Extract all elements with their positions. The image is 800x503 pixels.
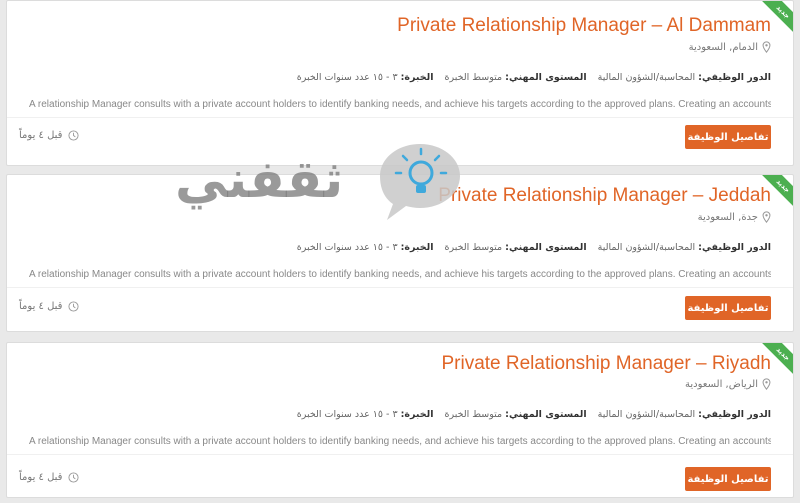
job-card: جديد Private Relationship Manager – Al D… <box>6 0 794 166</box>
job-location: الدمام, السعودية <box>689 41 771 53</box>
level-label: المستوى المهني: <box>505 242 587 253</box>
divider <box>7 287 793 288</box>
job-location: الرياض, السعودية <box>685 378 771 390</box>
role-value: المحاسبة/الشؤون المالية <box>597 409 696 420</box>
job-meta: الدور الوظيفي: المحاسبة/الشؤون المالية ا… <box>289 72 771 83</box>
posted-date: قبل ٤ يوماً <box>19 301 80 312</box>
job-list: جديد Private Relationship Manager – Al D… <box>0 0 800 503</box>
experience-label: الخبرة: <box>400 72 434 83</box>
role-label: الدور الوظيفي: <box>698 242 771 253</box>
location-pin-icon <box>762 41 771 53</box>
level-label: المستوى المهني: <box>505 72 587 83</box>
job-details-button[interactable]: تفاصيل الوظيفة <box>685 467 771 491</box>
posted-date: قبل ٤ يوماً <box>19 130 80 141</box>
job-card: جديد Private Relationship Manager – Jedd… <box>6 174 794 332</box>
level-value: متوسط الخبرة <box>444 72 503 83</box>
divider <box>7 454 793 455</box>
job-title-link[interactable]: Private Relationship Manager – Riyadh <box>441 353 771 375</box>
job-description: A relationship Manager consults with a p… <box>29 436 771 447</box>
experience-value: ٣ - ١٥ عدد سنوات الخبرة <box>296 242 398 253</box>
job-title-link[interactable]: Private Relationship Manager – Al Dammam <box>397 15 771 37</box>
clock-icon <box>68 130 80 141</box>
location-pin-icon <box>762 378 771 390</box>
clock-icon <box>68 301 80 312</box>
job-description: A relationship Manager consults with a p… <box>29 269 771 280</box>
job-card: جديد Private Relationship Manager – Riya… <box>6 342 794 498</box>
job-location-text: الدمام, السعودية <box>688 41 758 53</box>
job-location-text: الرياض, السعودية <box>685 378 758 390</box>
posted-date-text: قبل ٤ يوماً <box>19 301 63 312</box>
experience-value: ٣ - ١٥ عدد سنوات الخبرة <box>296 72 398 83</box>
posted-date-text: قبل ٤ يوماً <box>19 130 63 141</box>
job-title-link[interactable]: Private Relationship Manager – Jeddah <box>438 185 771 207</box>
role-value: المحاسبة/الشؤون المالية <box>597 242 696 253</box>
job-location-text: جدة, السعودية <box>697 211 758 223</box>
job-details-button[interactable]: تفاصيل الوظيفة <box>685 125 771 149</box>
experience-label: الخبرة: <box>400 242 434 253</box>
job-description: A relationship Manager consults with a p… <box>29 99 771 110</box>
job-location: جدة, السعودية <box>698 211 771 223</box>
experience-label: الخبرة: <box>400 409 434 420</box>
job-meta: الدور الوظيفي: المحاسبة/الشؤون المالية ا… <box>289 409 771 420</box>
job-meta: الدور الوظيفي: المحاسبة/الشؤون المالية ا… <box>289 242 771 253</box>
posted-date: قبل ٤ يوماً <box>19 472 80 483</box>
role-label: الدور الوظيفي: <box>698 72 771 83</box>
posted-date-text: قبل ٤ يوماً <box>19 472 63 483</box>
role-value: المحاسبة/الشؤون المالية <box>597 72 696 83</box>
experience-value: ٣ - ١٥ عدد سنوات الخبرة <box>296 409 398 420</box>
location-pin-icon <box>762 211 771 223</box>
role-label: الدور الوظيفي: <box>698 409 771 420</box>
divider <box>7 117 793 118</box>
level-value: متوسط الخبرة <box>444 409 503 420</box>
job-details-button[interactable]: تفاصيل الوظيفة <box>685 296 771 320</box>
level-value: متوسط الخبرة <box>444 242 503 253</box>
level-label: المستوى المهني: <box>505 409 587 420</box>
clock-icon <box>68 472 80 483</box>
